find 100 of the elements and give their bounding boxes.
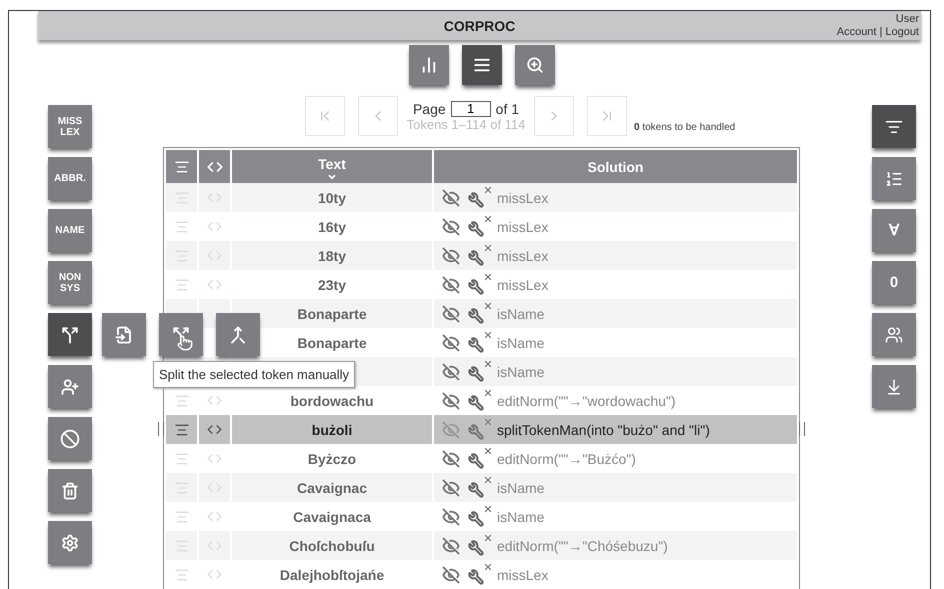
- token-text: Bonaparte: [297, 306, 367, 322]
- tool-button[interactable]: ABBR.: [48, 157, 92, 200]
- people-button[interactable]: [872, 313, 916, 356]
- header-link[interactable]: Logout: [885, 26, 919, 38]
- numbered-list-button[interactable]: [872, 157, 916, 200]
- token-text: 23ty: [318, 276, 346, 292]
- solution-text: isName: [497, 306, 544, 322]
- drag-handle-icon: [799, 422, 805, 436]
- wrench-remove-icon[interactable]: [468, 390, 491, 411]
- trash-icon: [61, 482, 79, 500]
- wrench-remove-icon[interactable]: [468, 216, 491, 237]
- solution-text: editNorm(""→"wordowachu"): [497, 392, 676, 408]
- tool-button[interactable]: MISS LEX: [48, 105, 92, 148]
- wrench-remove-icon[interactable]: [468, 506, 491, 527]
- people-icon: [885, 326, 903, 344]
- wrench-remove-icon[interactable]: [468, 187, 491, 208]
- wrench-remove-icon[interactable]: [468, 303, 491, 324]
- hidden-eye-icon[interactable]: [442, 218, 460, 236]
- page-count: of 1: [496, 100, 520, 116]
- trash-button[interactable]: [48, 469, 92, 512]
- block-icon: [60, 428, 80, 448]
- wrench-remove-icon[interactable]: [468, 245, 491, 266]
- align-icon[interactable]: [174, 422, 190, 438]
- solution-text: isName: [497, 364, 544, 380]
- table-row[interactable]: Choſchobuſu editNorm(""→"Chóśebuzu"): [166, 531, 797, 560]
- wrench-remove-icon[interactable]: [468, 274, 491, 295]
- split-document-icon: [115, 326, 133, 344]
- wrench-remove-icon[interactable]: [468, 419, 491, 440]
- table-row[interactable]: 10ty missLex: [166, 183, 797, 212]
- pointer-cursor-icon: [177, 335, 193, 351]
- solution-text: missLex: [497, 190, 548, 206]
- solution-text: missLex: [497, 218, 548, 234]
- split-merge-button[interactable]: [48, 313, 92, 356]
- filter-button[interactable]: [872, 105, 916, 148]
- column-header[interactable]: Text: [232, 150, 434, 183]
- hidden-eye-icon[interactable]: [442, 536, 460, 554]
- token-text: 10ty: [318, 190, 346, 206]
- list-view-button[interactable]: [462, 45, 502, 85]
- hidden-eye-icon[interactable]: [442, 566, 460, 584]
- solution-text: isName: [497, 508, 544, 524]
- code-column-header[interactable]: [199, 150, 232, 183]
- wrench-remove-icon[interactable]: [468, 535, 491, 556]
- column-header[interactable]: Solution: [434, 150, 797, 183]
- hidden-eye-icon[interactable]: [442, 508, 460, 526]
- token-text: 18ty: [318, 248, 346, 264]
- hidden-eye-icon[interactable]: [442, 246, 460, 264]
- code-icon[interactable]: [207, 422, 222, 437]
- wrench-remove-icon[interactable]: [468, 448, 491, 469]
- split-icon: [172, 326, 190, 344]
- tool-button[interactable]: 0: [872, 261, 916, 304]
- hidden-eye-icon[interactable]: [442, 450, 460, 468]
- hidden-eye-icon[interactable]: [442, 334, 460, 352]
- split-document-button[interactable]: [102, 313, 146, 356]
- pending-count: 0 tokens to be handled: [634, 122, 736, 132]
- table-row[interactable]: 18ty missLex: [166, 241, 797, 270]
- solution-text: missLex: [497, 248, 548, 264]
- zoom-view-button[interactable]: [514, 45, 554, 85]
- hidden-eye-icon[interactable]: [442, 362, 460, 380]
- token-text: Byżczo: [308, 450, 356, 466]
- wrench-remove-icon[interactable]: [468, 564, 491, 585]
- hidden-eye-icon[interactable]: [442, 304, 460, 322]
- hidden-eye-icon[interactable]: [442, 188, 460, 206]
- wrench-remove-icon[interactable]: [468, 332, 491, 353]
- token-text: bużoli: [312, 422, 352, 438]
- wrench-remove-icon[interactable]: [468, 477, 491, 498]
- solution-text: missLex: [497, 566, 548, 582]
- tooltip: Split the selected token manually: [153, 361, 356, 388]
- tool-button[interactable]: ∀: [872, 209, 916, 252]
- table-row[interactable]: Cavaignac isName: [166, 473, 797, 502]
- numbered-list-icon: [885, 170, 903, 188]
- split-merge-icon: [61, 326, 79, 344]
- merge-button[interactable]: [216, 313, 260, 356]
- bar-chart-view-button[interactable]: [408, 45, 448, 85]
- tool-button[interactable]: NAME: [48, 209, 92, 252]
- hidden-eye-icon[interactable]: [442, 478, 460, 496]
- solution-text: isName: [497, 480, 544, 496]
- token-text: Dalejhobſtojańe: [280, 566, 384, 582]
- solution-text: missLex: [497, 276, 548, 292]
- token-text: Bonaparte: [297, 334, 367, 350]
- solution-text: editNorm(""→"Bużćo"): [497, 450, 636, 466]
- add-person-button[interactable]: [48, 365, 92, 408]
- table-row[interactable]: Bonaparte isName: [166, 299, 797, 328]
- merge-icon: [229, 326, 247, 344]
- hidden-eye-icon[interactable]: [442, 276, 460, 294]
- user-name: User: [896, 12, 919, 26]
- header-link[interactable]: Account: [836, 26, 876, 38]
- block-button[interactable]: [48, 417, 92, 460]
- download-icon: [885, 378, 903, 396]
- hidden-eye-icon[interactable]: [442, 392, 460, 410]
- tool-button[interactable]: NON SYS: [48, 261, 92, 304]
- align-column-header[interactable]: [166, 150, 199, 183]
- token-range: Tokens 1–114 of 114: [406, 116, 526, 132]
- token-text: 16ty: [318, 218, 346, 234]
- settings-button[interactable]: [48, 521, 92, 564]
- split-button[interactable]: [159, 313, 203, 356]
- download-button[interactable]: [872, 365, 916, 408]
- wrench-remove-icon[interactable]: [468, 361, 491, 382]
- app-title: CORPROC: [444, 18, 516, 34]
- solution-text: splitTokenMan(into "bużo" and "li"): [497, 422, 710, 438]
- solution-text: isName: [497, 334, 544, 350]
